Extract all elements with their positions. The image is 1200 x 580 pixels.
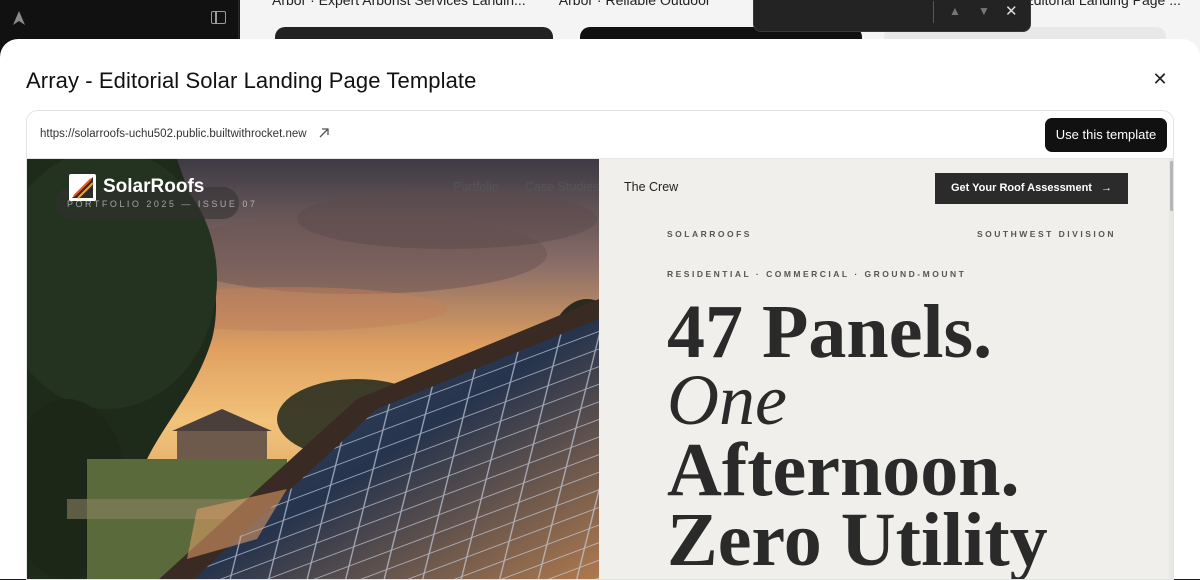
cta-label: Get Your Roof Assessment [950,182,1092,194]
brand-label: SOLARROOFS [667,229,752,239]
use-template-button[interactable]: Use this template [1045,118,1167,152]
preview-url-bar: https://solarroofs-uchu502.public.builtw… [27,111,1173,159]
close-icon[interactable]: ✕ [1005,2,1018,20]
app-logo-icon [13,11,25,25]
chevron-down-icon[interactable]: ▼ [978,4,990,18]
brand-name[interactable]: SolarRoofs [103,176,204,198]
scrollbar-thumb[interactable] [1170,161,1173,211]
chevron-up-icon[interactable]: ▲ [949,4,961,18]
nav-the-crew[interactable]: The Crew [624,180,678,194]
preview-url[interactable]: https://solarroofs-uchu502.public.builtw… [40,128,307,140]
nav-case-studies[interactable]: Case Studies [525,180,599,194]
template-title[interactable]: Arbor · Reliable Outdoor [559,0,711,8]
find-bar-divider [933,1,934,23]
template-preview-modal: Array - Editorial Solar Landing Page Tem… [0,39,1200,580]
issue-label: PORTFOLIO 2025 — ISSUE 07 [67,199,258,209]
arrow-right-icon: → [1101,182,1113,194]
site-preview: SolarRoofs PORTFOLIO 2025 — ISSUE 07 Por… [27,159,1173,579]
roof-assessment-button[interactable]: Get Your Roof Assessment → [935,173,1128,204]
template-preview-frame: https://solarroofs-uchu502.public.builtw… [26,110,1174,580]
external-link-icon[interactable] [317,126,331,140]
brand-logo-icon[interactable] [69,174,96,201]
preview-scrollbar[interactable] [1169,159,1173,579]
nav-portfolio[interactable]: Portfolio [453,180,499,194]
sidebar-toggle-icon[interactable] [211,11,226,24]
find-bar: ▲ ▼ ✕ [753,0,1031,32]
modal-title: Array - Editorial Solar Landing Page Tem… [26,68,477,93]
close-icon[interactable]: ✕ [1150,69,1170,89]
division-label: SOUTHWEST DIVISION [977,229,1116,239]
template-title[interactable]: Arbor · Expert Arborist Services Landin.… [272,0,526,8]
template-title[interactable]: Editorial Landing Page ... [1024,0,1180,8]
hero-solar-roof-image [27,159,599,579]
categories-label: RESIDENTIAL · COMMERCIAL · GROUND-MOUNT [667,269,967,279]
background-template-titles: Arbor · Expert Arborist Services Landin.… [272,0,1200,8]
